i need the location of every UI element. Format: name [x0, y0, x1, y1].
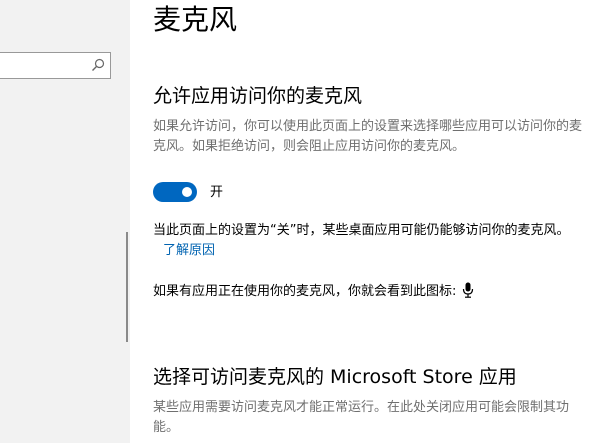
main-content: 麦克风 允许应用访问你的麦克风 如果允许访问，你可以使用此页面上的设置来选择哪些…	[130, 0, 600, 443]
microphone-access-toggle[interactable]	[153, 182, 197, 202]
desktop-apps-note: 当此页面上的设置为“关”时，某些桌面应用可能仍能够访问你的麦克风。了解原因	[153, 221, 583, 261]
microphone-icon	[463, 282, 474, 298]
toggle-knob	[182, 187, 192, 197]
toggle-state-label: 开	[210, 185, 224, 200]
allow-access-description: 如果允许访问，你可以使用此页面上的设置来选择哪些应用可以访问你的麦克风。如果拒绝…	[153, 119, 583, 154]
page-title: 麦克风	[153, 3, 238, 36]
search-icon[interactable]	[91, 58, 105, 72]
sidebar-scrollbar[interactable]	[126, 232, 128, 342]
store-apps-description: 某些应用需要访问麦克风才能正常运行。在此处关闭应用可能会限制其功能。	[153, 400, 570, 435]
learn-why-link[interactable]: 了解原因	[163, 243, 215, 258]
desktop-apps-note-text: 当此页面上的设置为“关”时，某些桌面应用可能仍能够访问你的麦克风。	[153, 223, 570, 238]
search-input[interactable]	[0, 52, 111, 79]
store-apps-title: 选择可访问麦克风的 Microsoft Store 应用	[153, 366, 517, 388]
icon-note-text: 如果有应用正在使用你的麦克风，你就会看到此图标:	[153, 284, 457, 299]
allow-access-title: 允许应用访问你的麦克风	[153, 85, 363, 107]
icon-note: 如果有应用正在使用你的麦克风，你就会看到此图标:	[153, 282, 583, 302]
sidebar	[0, 0, 130, 443]
